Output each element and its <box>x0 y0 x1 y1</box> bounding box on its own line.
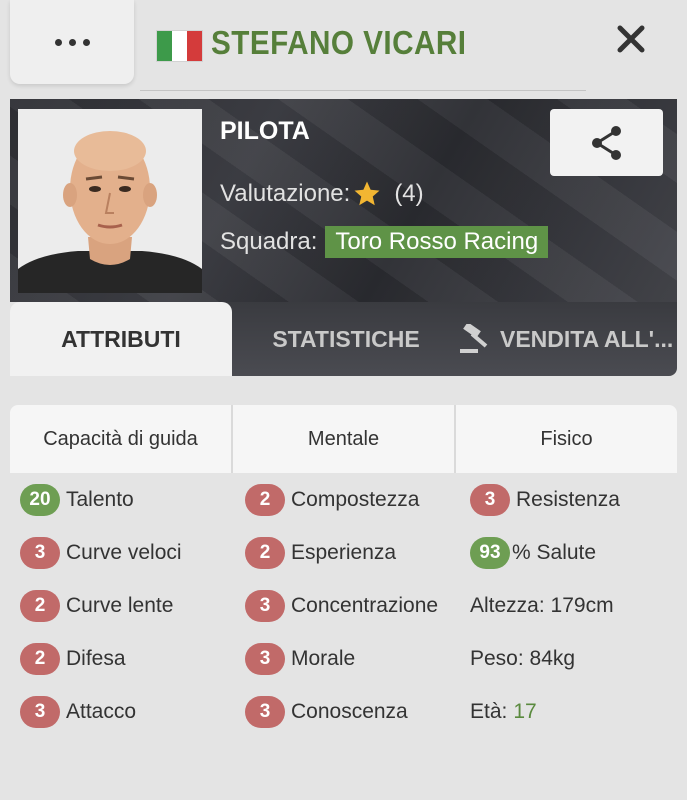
list-item: 93 % Salute <box>470 526 676 579</box>
dot-icon <box>82 38 90 46</box>
attribute-value-badge: 3 <box>245 695 285 728</box>
rating-value: (4) <box>394 180 424 207</box>
list-item: 3 Resistenza <box>470 473 676 526</box>
header-divider <box>140 90 586 91</box>
list-item: 2 Compostezza <box>245 473 454 526</box>
driving-column: 20 Talento 3 Curve veloci 2 Curve lente … <box>10 473 232 738</box>
attribute-value-badge: 2 <box>245 536 285 569</box>
list-item: 20 Talento <box>20 473 232 526</box>
gavel-icon <box>460 324 488 353</box>
attributes-header: Capacità di guida Mentale Fisico <box>10 405 677 473</box>
height-text: Altezza: 179cm <box>470 593 614 617</box>
tab-statistics[interactable]: STATISTICHE <box>246 302 446 376</box>
list-item: 3 Morale <box>245 632 454 685</box>
team-label: Squadra: <box>220 228 318 255</box>
attribute-value-badge: 3 <box>245 589 285 622</box>
attribute-value-badge: 3 <box>470 483 510 516</box>
attribute-label: Conoscenza <box>291 699 408 723</box>
list-item: 2 Curve lente <box>20 579 232 632</box>
mental-column: 2 Compostezza 2 Esperienza 3 Concentrazi… <box>232 473 454 738</box>
attribute-label: Esperienza <box>291 540 397 564</box>
attribute-label: Talento <box>66 487 134 511</box>
list-item: 3 Concentrazione <box>245 579 454 632</box>
share-icon <box>591 125 621 160</box>
attribute-label: Concentrazione <box>291 593 439 617</box>
age-value: 17 <box>513 699 537 723</box>
tab-attributes[interactable]: ATTRIBUTI <box>10 302 232 376</box>
column-header-mental: Mentale <box>233 405 456 473</box>
close-icon <box>617 25 645 53</box>
attribute-label: Difesa <box>66 646 126 670</box>
column-header-physical: Fisico <box>540 427 593 450</box>
age-label: Età: <box>470 699 508 723</box>
attribute-label: Attacco <box>66 699 137 723</box>
italy-flag-icon <box>157 31 202 61</box>
tab-auction[interactable]: VENDITA ALL'... <box>458 302 677 376</box>
attribute-value-badge: 2 <box>20 642 60 675</box>
star-icon <box>352 179 382 209</box>
team-row: Squadra: Toro Rosso Racing <box>220 226 549 258</box>
list-item: 3 Conoscenza <box>245 685 454 738</box>
rating-label: Valutazione: <box>220 180 351 207</box>
column-header-driving: Capacità di guida <box>10 405 233 473</box>
attribute-label: Morale <box>291 646 356 670</box>
list-item: 2 Difesa <box>20 632 232 685</box>
health-label: % Salute <box>512 540 597 564</box>
dot-icon <box>54 38 62 46</box>
attribute-label: Curve veloci <box>66 540 182 564</box>
rating-row: Valutazione: (4) <box>220 179 424 209</box>
list-item: 3 Attacco <box>20 685 232 738</box>
list-item: Età: 17 <box>470 685 676 738</box>
more-options-button[interactable] <box>10 0 134 84</box>
list-item: Altezza: 179cm <box>470 579 676 632</box>
health-value-badge: 93 <box>470 536 510 569</box>
attribute-value-badge: 2 <box>20 589 60 622</box>
player-name: STEFANO VICARI <box>211 24 467 61</box>
attribute-value-badge: 3 <box>245 642 285 675</box>
team-name-link[interactable]: Toro Rosso Racing <box>325 226 549 258</box>
list-item: 3 Curve veloci <box>20 526 232 579</box>
attribute-value-badge: 3 <box>20 695 60 728</box>
dot-icon <box>68 38 76 46</box>
list-item: Peso: 84kg <box>470 632 676 685</box>
attribute-value-badge: 3 <box>20 536 60 569</box>
attribute-label: Resistenza <box>516 487 620 511</box>
attribute-value-badge: 20 <box>20 483 60 516</box>
list-item: 2 Esperienza <box>245 526 454 579</box>
player-card: PILOTA Valutazione: (4) Squadra: Toro Ro… <box>10 99 677 302</box>
player-role: PILOTA <box>220 117 310 145</box>
physical-column: 3 Resistenza 93 % Salute Altezza: 179cm … <box>454 473 676 738</box>
close-button[interactable] <box>608 16 654 62</box>
share-button[interactable] <box>550 109 663 176</box>
tab-bar: ATTRIBUTI STATISTICHE VENDITA ALL'... <box>10 302 677 376</box>
attribute-label: Curve lente <box>66 593 174 617</box>
attribute-value-badge: 2 <box>245 483 285 516</box>
attribute-label: Compostezza <box>291 487 420 511</box>
weight-text: Peso: 84kg <box>470 646 576 670</box>
tab-auction-label: VENDITA ALL'... <box>500 325 674 352</box>
attributes-grid: 20 Talento 3 Curve veloci 2 Curve lente … <box>10 473 677 738</box>
player-avatar <box>18 109 202 293</box>
